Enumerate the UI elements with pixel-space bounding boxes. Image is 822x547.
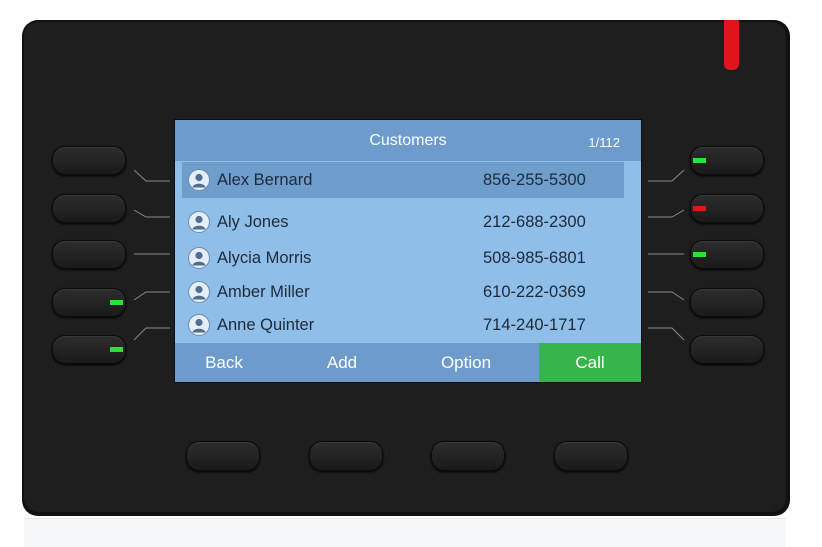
hardware-softkey-4[interactable] <box>554 441 628 471</box>
contact-name: Alycia Morris <box>217 249 312 267</box>
person-icon <box>188 211 210 233</box>
back-softkey[interactable]: Back <box>175 343 273 382</box>
call-softkey[interactable]: Call <box>539 343 641 382</box>
line-key-led <box>693 347 706 352</box>
line-key-led <box>110 252 123 257</box>
contact-name: Aly Jones <box>217 213 289 231</box>
contact-number: 714-240-1717 <box>483 316 586 334</box>
hardware-softkey-1[interactable] <box>186 441 260 471</box>
person-icon <box>188 169 210 191</box>
lcd-screen: Customers 1/112 Alex Bernard 856-255-530… <box>174 119 642 383</box>
contact-row[interactable]: Anne Quinter 714-240-1717 <box>182 307 624 343</box>
line-key-left-2[interactable] <box>52 194 126 223</box>
line-key-right-4[interactable] <box>690 288 764 317</box>
line-key-led <box>693 158 706 163</box>
line-key-left-1[interactable] <box>52 146 126 175</box>
line-key-right-3[interactable] <box>690 240 764 269</box>
contact-row[interactable]: Alex Bernard 856-255-5300 <box>182 162 624 198</box>
line-key-led <box>110 347 123 352</box>
person-icon <box>188 281 210 303</box>
option-softkey[interactable]: Option <box>417 343 515 382</box>
line-key-right-1[interactable] <box>690 146 764 175</box>
message-waiting-indicator <box>724 20 739 70</box>
contact-name: Anne Quinter <box>217 316 315 334</box>
contact-name: Amber Miller <box>217 283 310 301</box>
person-icon <box>188 314 210 336</box>
contact-number: 856-255-5300 <box>483 171 586 189</box>
add-softkey[interactable]: Add <box>293 343 391 382</box>
softkey-bar: Back Add Option Call <box>175 343 641 382</box>
contact-number: 610-222-0369 <box>483 283 586 301</box>
line-key-led <box>693 252 706 257</box>
contact-row[interactable]: Aly Jones 212-688-2300 <box>182 204 624 240</box>
line-key-led <box>110 206 123 211</box>
person-icon <box>188 247 210 269</box>
line-key-left-5[interactable] <box>52 335 126 364</box>
page-counter: 1/112 <box>588 135 620 150</box>
line-key-led <box>110 300 123 305</box>
line-key-left-4[interactable] <box>52 288 126 317</box>
line-key-led <box>693 206 706 211</box>
screen-title: Customers <box>369 132 447 149</box>
contact-name: Alex Bernard <box>217 171 313 189</box>
line-key-led <box>693 300 706 305</box>
hardware-softkey-3[interactable] <box>431 441 505 471</box>
contact-row[interactable]: Alycia Morris 508-985-6801 <box>182 240 624 276</box>
screen-header: Customers 1/112 <box>175 120 641 161</box>
line-key-left-3[interactable] <box>52 240 126 269</box>
contact-number: 508-985-6801 <box>483 249 586 267</box>
line-key-led <box>110 158 123 163</box>
line-key-right-2[interactable] <box>690 194 764 223</box>
hardware-softkey-2[interactable] <box>309 441 383 471</box>
bottom-strip <box>24 518 786 547</box>
contact-row[interactable]: Amber Miller 610-222-0369 <box>182 274 624 310</box>
line-key-right-5[interactable] <box>690 335 764 364</box>
contact-number: 212-688-2300 <box>483 213 586 231</box>
